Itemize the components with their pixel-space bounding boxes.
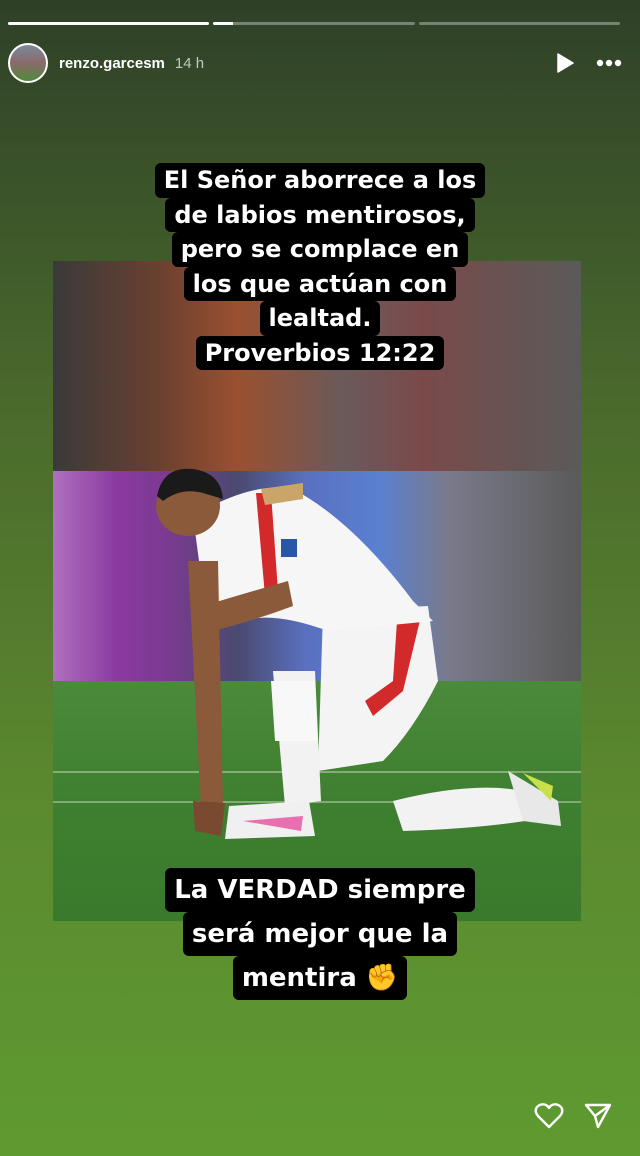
send-icon[interactable]: [584, 1102, 612, 1130]
play-icon[interactable]: [556, 53, 574, 73]
caption-top-line: El Señor aborrece a los: [154, 163, 486, 198]
caption-top-line: pero se complace en: [171, 232, 469, 267]
caption-top-line: lealtad.: [259, 301, 381, 336]
story-progress: [8, 22, 620, 25]
progress-segment-1: [8, 22, 210, 25]
more-icon[interactable]: [596, 59, 622, 67]
story-header: renzo.garcesm 14 h: [8, 42, 622, 84]
avatar[interactable]: [8, 43, 48, 83]
header-actions: [556, 53, 622, 73]
caption-bottom: La VERDAD siempre será mejor que la ment…: [0, 868, 640, 1000]
caption-bottom-line: La VERDAD siempre: [165, 868, 475, 912]
heart-icon[interactable]: [534, 1102, 564, 1130]
caption-top-line: Proverbios 12:22: [195, 335, 445, 370]
progress-segment-3: [418, 22, 620, 25]
caption-top: El Señor aborrece a los de labios mentir…: [0, 163, 640, 370]
progress-segment-2: [213, 22, 415, 25]
post-time: 14 h: [174, 54, 205, 72]
caption-bottom-line: será mejor que la: [182, 912, 458, 956]
story-footer: [534, 1102, 612, 1130]
caption-top-line: los que actúan con: [183, 266, 457, 301]
username[interactable]: renzo.garcesm: [59, 55, 165, 72]
caption-top-line: de labios mentirosos,: [165, 197, 475, 232]
caption-bottom-line: mentira ✊: [232, 956, 408, 1000]
